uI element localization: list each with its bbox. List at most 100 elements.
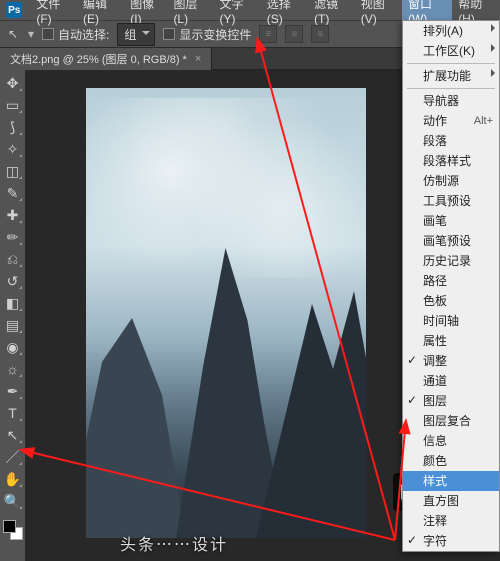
- menu-item-label: 导航器: [423, 94, 459, 108]
- menubar: Ps 文件(F)编辑(E)图像(I)图层(L)文字(Y)选择(S)滤镜(T)视图…: [0, 0, 500, 20]
- menu-item-颜色[interactable]: 颜色: [403, 451, 499, 471]
- menu-视图[interactable]: 视图(V): [355, 0, 402, 28]
- menu-item-label: 信息: [423, 434, 447, 448]
- menu-item-label: 样式: [423, 474, 447, 488]
- menu-item-字符[interactable]: ✓字符: [403, 531, 499, 551]
- menu-separator: [407, 63, 495, 64]
- menu-item-label: 属性: [423, 334, 447, 348]
- text-tool[interactable]: T: [3, 404, 23, 422]
- menu-item-工具预设[interactable]: 工具预设: [403, 191, 499, 211]
- line-tool[interactable]: ／: [3, 448, 23, 466]
- align-icon-2[interactable]: ≡: [285, 25, 303, 43]
- crop-tool[interactable]: ◫: [3, 162, 23, 180]
- menu-item-图层[interactable]: ✓ 图层: [403, 391, 499, 411]
- menu-item-label: 工作区(K): [423, 44, 475, 58]
- menu-item-时间轴[interactable]: 时间轴: [403, 311, 499, 331]
- hand-tool[interactable]: ✋: [3, 470, 23, 488]
- auto-select-checkbox[interactable]: [42, 28, 54, 40]
- menu-item-注释[interactable]: 注释: [403, 511, 499, 531]
- show-transform-checkbox[interactable]: [163, 28, 175, 40]
- menu-item-通道[interactable]: 通道: [403, 371, 499, 391]
- menu-item-历史记录[interactable]: 历史记录: [403, 251, 499, 271]
- blur-tool[interactable]: ◉: [3, 338, 23, 356]
- menu-item-label: 扩展功能: [423, 69, 471, 83]
- menu-item-label: 段落样式: [423, 154, 471, 168]
- checkmark-icon: ✓: [407, 532, 417, 548]
- eyedropper-tool[interactable]: ✎: [3, 184, 23, 202]
- foreground-swatch[interactable]: [3, 520, 16, 533]
- menu-item-工作区(K)[interactable]: 工作区(K): [403, 41, 499, 61]
- document-tab[interactable]: 文档2.png @ 25% (图层 0, RGB/8) * ×: [0, 48, 212, 70]
- menu-item-画笔预设[interactable]: 画笔预设: [403, 231, 499, 251]
- close-tab-icon[interactable]: ×: [195, 53, 201, 65]
- menu-item-色板[interactable]: 色板: [403, 291, 499, 311]
- patch-tool[interactable]: ✚: [3, 206, 23, 224]
- menu-item-直方图[interactable]: 直方图: [403, 491, 499, 511]
- menu-item-label: 段落: [423, 134, 447, 148]
- menu-选择[interactable]: 选择(S): [261, 0, 308, 28]
- menu-item-调整[interactable]: ✓调整: [403, 351, 499, 371]
- menu-图层[interactable]: 图层(L): [167, 0, 213, 28]
- eraser-tool[interactable]: ◧: [3, 294, 23, 312]
- canvas-image: [86, 88, 366, 538]
- menu-item-动作[interactable]: 动作Alt+: [403, 111, 499, 131]
- menu-item-label: 时间轴: [423, 314, 459, 328]
- menu-item-label: 画笔预设: [423, 234, 471, 248]
- dodge-tool[interactable]: ☼: [3, 360, 23, 378]
- menu-item-label: 动作: [423, 114, 447, 128]
- auto-select-option[interactable]: 自动选择:: [42, 26, 109, 43]
- align-icon-3[interactable]: ≡: [311, 25, 329, 43]
- move-tool[interactable]: ✥: [3, 74, 23, 92]
- menu-item-画笔[interactable]: 画笔: [403, 211, 499, 231]
- menu-item-样式[interactable]: 样式: [403, 471, 499, 491]
- history-brush-tool[interactable]: ↺: [3, 272, 23, 290]
- auto-select-target-select[interactable]: 组: [117, 23, 155, 46]
- menu-item-label: 颜色: [423, 454, 447, 468]
- menu-item-信息[interactable]: 信息: [403, 431, 499, 451]
- menu-item-扩展功能[interactable]: 扩展功能: [403, 66, 499, 86]
- dropdown-toggle-icon[interactable]: ▾: [28, 27, 34, 41]
- menu-item-段落样式[interactable]: 段落样式: [403, 151, 499, 171]
- document-title: 文档2.png @ 25% (图层 0, RGB/8) *: [10, 51, 187, 67]
- menu-item-路径[interactable]: 路径: [403, 271, 499, 291]
- color-swatches[interactable]: [3, 520, 23, 540]
- menu-item-label: 排列(A): [423, 24, 463, 38]
- menu-item-label: 通道: [423, 374, 447, 388]
- menu-文字[interactable]: 文字(Y): [214, 0, 261, 28]
- menu-item-label: 画笔: [423, 214, 447, 228]
- gradient-tool[interactable]: ▤: [3, 316, 23, 334]
- menu-滤镜[interactable]: 滤镜(T): [308, 0, 355, 28]
- window-menu-dropdown: 排列(A) 工作区(K) 扩展功能导航器动作Alt+ 段落段落样式仿制源工具预设画笔画…: [402, 20, 500, 552]
- toolbox: ✥ ▭ ⟆ ✧ ◫ ✎ ✚ ✏ ⎌ ↺ ◧ ▤ ◉ ☼ ✒ T ↖ ／ ✋ 🔍: [0, 70, 26, 561]
- lasso-tool[interactable]: ⟆: [3, 118, 23, 136]
- brush-tool[interactable]: ✏: [3, 228, 23, 246]
- menu-item-label: 工具预设: [423, 194, 471, 208]
- show-transform-option[interactable]: 显示变换控件: [163, 26, 251, 43]
- menu-item-排列(A)[interactable]: 排列(A): [403, 21, 499, 41]
- checkmark-icon: ✓: [407, 392, 417, 408]
- menu-item-段落[interactable]: 段落: [403, 131, 499, 151]
- menu-item-导航器[interactable]: 导航器: [403, 91, 499, 111]
- pen-tool[interactable]: ✒: [3, 382, 23, 400]
- stamp-tool[interactable]: ⎌: [3, 250, 23, 268]
- menu-separator: [407, 88, 495, 89]
- menu-文件[interactable]: 文件(F): [30, 0, 77, 28]
- menu-item-label: 注释: [423, 514, 447, 528]
- menu-item-图层复合[interactable]: 图层复合: [403, 411, 499, 431]
- path-select-tool[interactable]: ↖: [3, 426, 23, 444]
- zoom-tool[interactable]: 🔍: [3, 492, 23, 510]
- menu-item-label: 路径: [423, 274, 447, 288]
- submenu-arrow-icon: [491, 24, 495, 32]
- menu-item-label: 仿制源: [423, 174, 459, 188]
- menu-item-label: 色板: [423, 294, 447, 308]
- align-icon-1[interactable]: ≡: [259, 25, 277, 43]
- checkmark-icon: ✓: [407, 352, 417, 368]
- caption-text: 头条⋯⋯设计: [120, 531, 228, 555]
- submenu-arrow-icon: [491, 69, 495, 77]
- menu-item-属性[interactable]: 属性: [403, 331, 499, 351]
- menu-item-label: 图层: [423, 394, 447, 408]
- magic-wand-tool[interactable]: ✧: [3, 140, 23, 158]
- submenu-arrow-icon: [491, 44, 495, 52]
- menu-item-仿制源[interactable]: 仿制源: [403, 171, 499, 191]
- marquee-tool[interactable]: ▭: [3, 96, 23, 114]
